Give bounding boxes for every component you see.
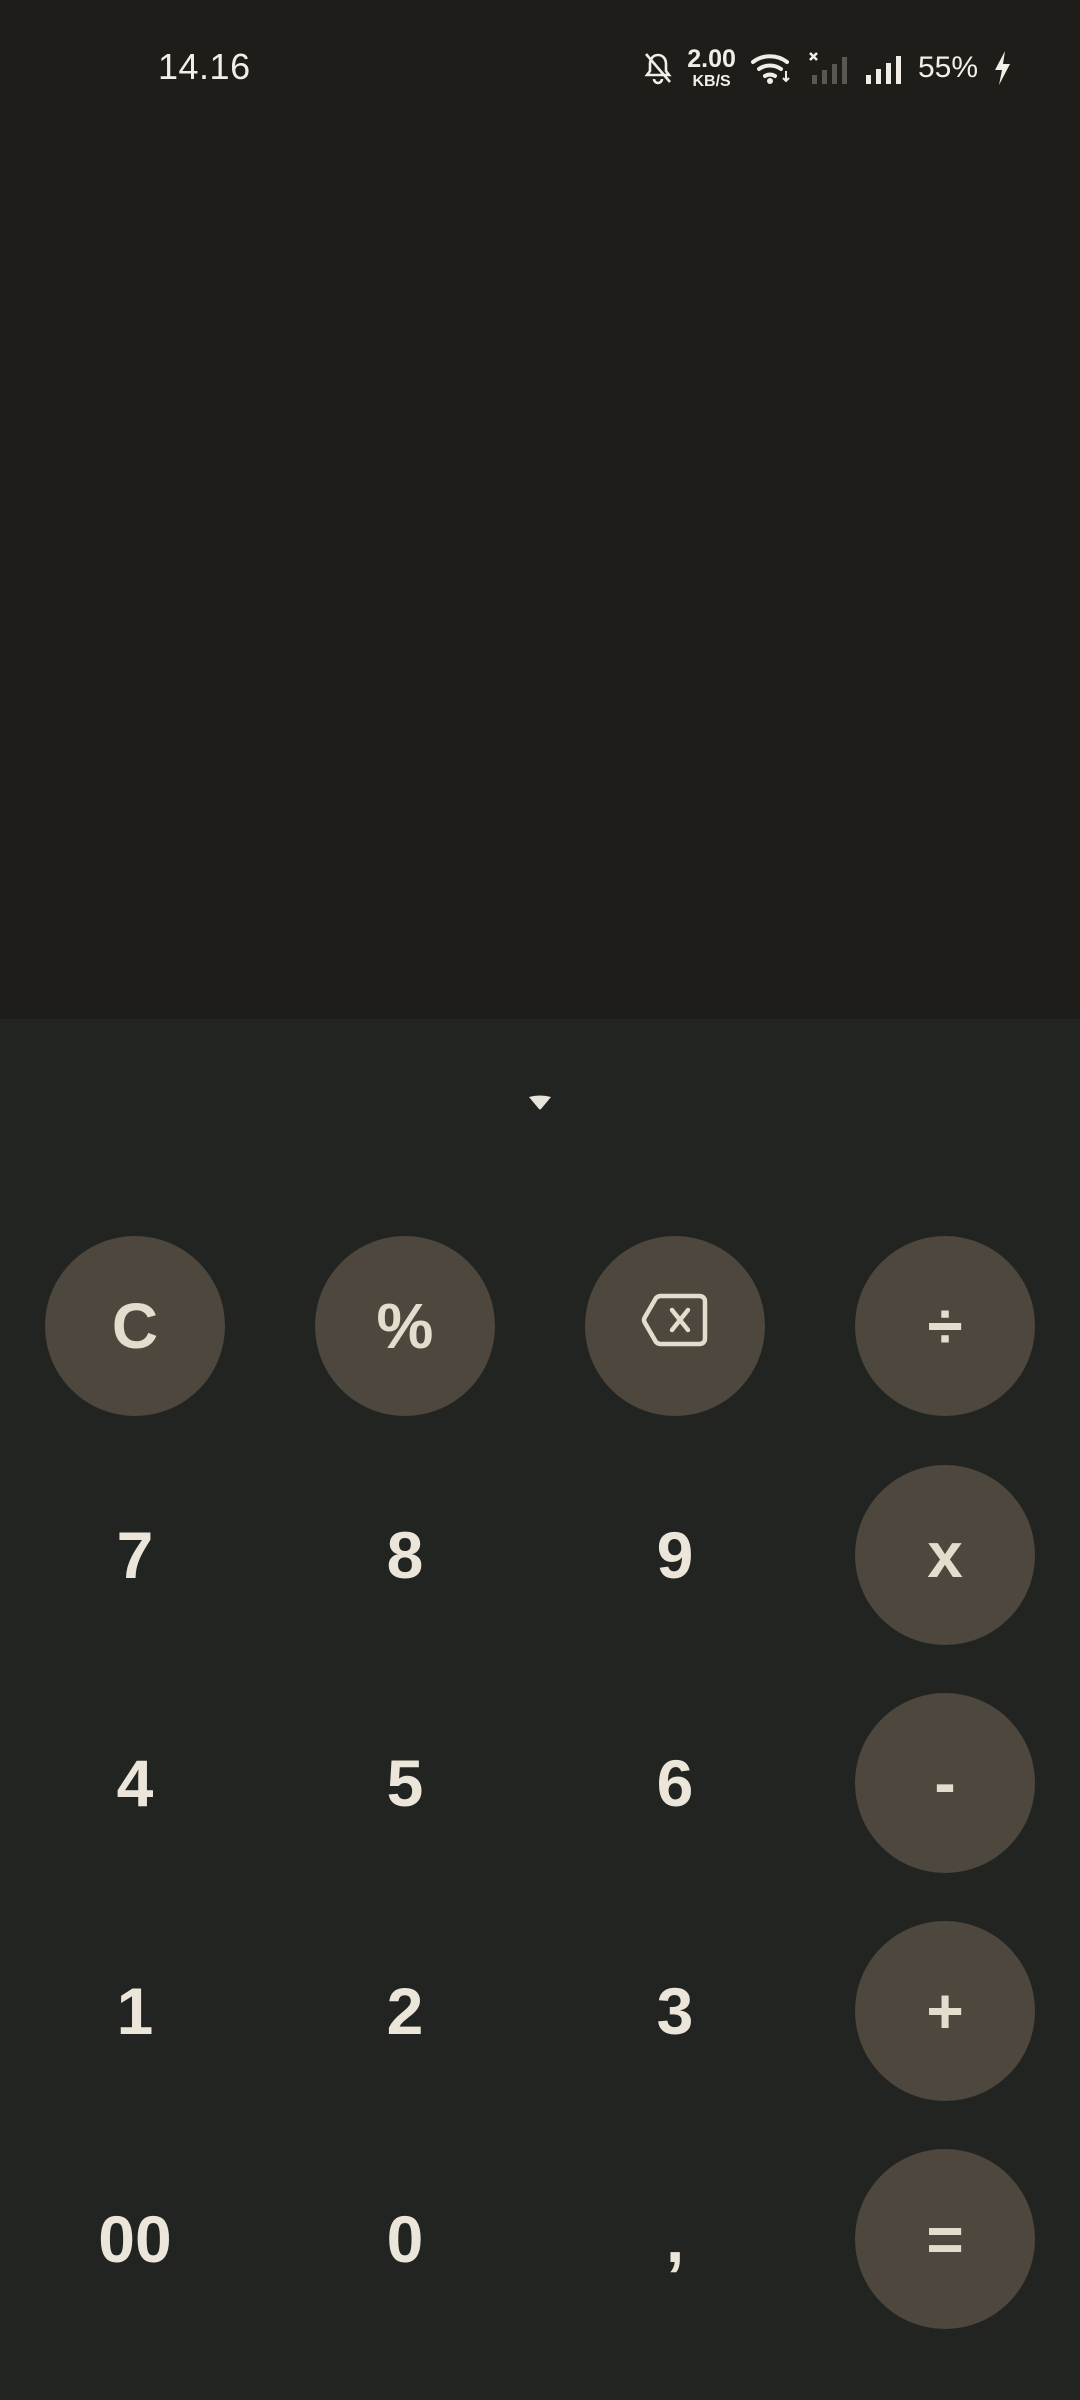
subtract-button[interactable]: - bbox=[855, 1693, 1035, 1873]
digit-6-button[interactable]: 6 bbox=[585, 1693, 765, 1873]
digit-7-button[interactable]: 7 bbox=[45, 1465, 225, 1645]
digit-8-button[interactable]: 8 bbox=[315, 1465, 495, 1645]
status-bar: 14.16 2.00 KB/S 55% bbox=[0, 0, 1080, 136]
clear-button[interactable]: C bbox=[45, 1236, 225, 1416]
backspace-icon bbox=[641, 1289, 709, 1363]
wifi-icon bbox=[750, 51, 794, 85]
signal-icon bbox=[864, 51, 904, 85]
network-speed-value: 2.00 bbox=[687, 44, 736, 73]
digit-1-button[interactable]: 1 bbox=[45, 1921, 225, 2101]
calculator-screen: 14.16 2.00 KB/S 55% C % ÷ 7 8 9 x 4 5 6 … bbox=[0, 0, 1080, 2400]
digit-2-button[interactable]: 2 bbox=[315, 1921, 495, 2101]
digit-9-button[interactable]: 9 bbox=[585, 1465, 765, 1645]
bell-off-icon bbox=[643, 51, 673, 85]
multiply-button[interactable]: x bbox=[855, 1465, 1035, 1645]
expand-toggle-button[interactable] bbox=[510, 1083, 570, 1127]
digit-0-button[interactable]: 0 bbox=[315, 2149, 495, 2329]
battery-percent: 55% bbox=[917, 51, 978, 84]
divide-button[interactable]: ÷ bbox=[855, 1236, 1035, 1416]
add-button[interactable]: + bbox=[855, 1921, 1035, 2101]
comma-button[interactable]: , bbox=[585, 2149, 765, 2329]
network-speed-unit: KB/S bbox=[692, 72, 731, 90]
status-time: 14.16 bbox=[158, 46, 251, 87]
double-zero-button[interactable]: 00 bbox=[45, 2149, 225, 2329]
chevron-down-icon bbox=[527, 1094, 553, 1117]
signal-no-service-icon bbox=[808, 51, 850, 85]
backspace-button[interactable] bbox=[585, 1236, 765, 1416]
digit-4-button[interactable]: 4 bbox=[45, 1693, 225, 1873]
equals-button[interactable]: = bbox=[855, 2149, 1035, 2329]
calculator-display bbox=[0, 136, 1080, 1019]
percent-button[interactable]: % bbox=[315, 1236, 495, 1416]
status-icons: 2.00 KB/S 55% bbox=[643, 46, 1012, 90]
digit-3-button[interactable]: 3 bbox=[585, 1921, 765, 2101]
digit-5-button[interactable]: 5 bbox=[315, 1693, 495, 1873]
charging-icon bbox=[992, 50, 1012, 86]
network-speed: 2.00 KB/S bbox=[687, 44, 736, 90]
